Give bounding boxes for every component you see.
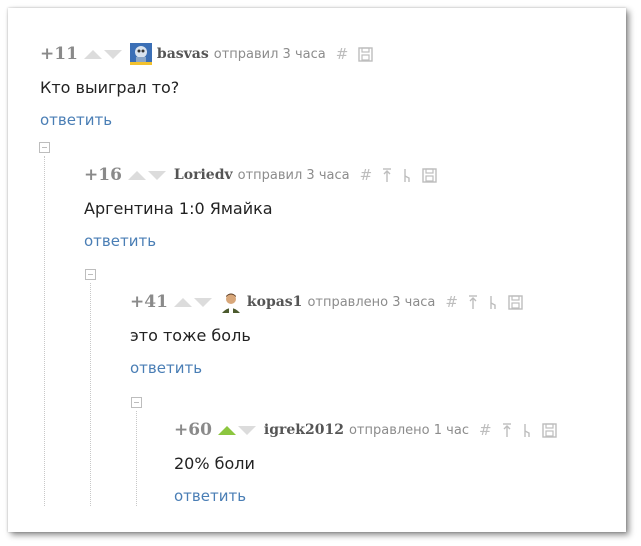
hash-icon[interactable]: # [360,167,373,183]
hash-icon[interactable]: # [479,422,492,438]
upvote-icon[interactable] [127,170,146,180]
save-icon[interactable] [422,167,437,183]
upvote-icon[interactable] [173,297,192,307]
username[interactable]: igrek2012 [264,422,344,438]
timestamp: отправил 3 часа [237,167,350,183]
username[interactable]: kopas1 [247,294,303,310]
collapse-toggle[interactable] [85,269,96,280]
thread-line [44,156,45,506]
comments-panel: +11 basvas отправил 3 часа # Кто выиграл… [8,8,626,532]
downvote-icon[interactable] [147,170,166,180]
arrow-up-parent-icon[interactable] [382,167,392,183]
save-icon[interactable] [358,46,373,62]
comment: +41 kopas1 отправлено 3 часа # это тоже … [130,290,533,377]
comment-text: Аргентина 1:0 Ямайка [84,199,273,218]
downvote-icon[interactable] [103,49,122,59]
avatar[interactable] [129,43,152,65]
comment: +11 basvas отправил 3 часа # Кто выиграл… [40,42,383,129]
hash-icon[interactable]: # [336,46,349,62]
comment-header: +16 Loriedv отправил 3 часа # [84,163,447,187]
rating: +60 [174,420,212,440]
comment-text: это тоже боль [130,326,251,345]
comment-header: +11 basvas отправил 3 часа # [40,42,383,66]
thread-line [90,283,91,506]
reply-link[interactable]: ответить [130,359,202,377]
reply-link[interactable]: ответить [40,111,112,129]
collapse-toggle[interactable] [39,142,50,153]
branch-icon[interactable] [402,168,412,183]
avatar[interactable] [219,291,242,313]
username[interactable]: Loriedv [174,167,233,183]
downvote-icon[interactable] [237,425,256,435]
arrow-up-parent-icon[interactable] [502,422,512,438]
reply-link[interactable]: ответить [174,487,246,505]
arrow-up-parent-icon[interactable] [468,294,478,310]
timestamp: отправил 3 часа [213,46,326,62]
comment-text: Кто выиграл то? [40,78,180,97]
rating: +11 [40,44,78,64]
downvote-icon[interactable] [193,297,212,307]
comment-header: +41 kopas1 отправлено 3 часа # [130,290,533,314]
branch-icon[interactable] [488,295,498,310]
comment-header: +60 igrek2012 отправлено 1 час # [174,418,567,442]
upvote-icon[interactable] [217,425,236,435]
upvote-icon[interactable] [83,49,102,59]
timestamp: отправлено 3 часа [307,294,436,310]
save-icon[interactable] [508,294,523,310]
username[interactable]: basvas [157,46,209,62]
save-icon[interactable] [541,422,557,438]
hash-icon[interactable]: # [445,294,458,310]
reply-link[interactable]: ответить [84,232,156,250]
rating: +16 [84,165,122,185]
comment-text: 20% боли [174,454,255,473]
timestamp: отправлено 1 час [348,422,469,438]
comment: +16 Loriedv отправил 3 часа # Аргентина … [84,163,447,250]
collapse-toggle[interactable] [131,397,142,408]
rating: +41 [130,292,168,312]
branch-icon[interactable] [522,423,532,438]
thread-line [136,411,137,506]
comment: +60 igrek2012 отправлено 1 час # 20% бол… [174,418,567,505]
